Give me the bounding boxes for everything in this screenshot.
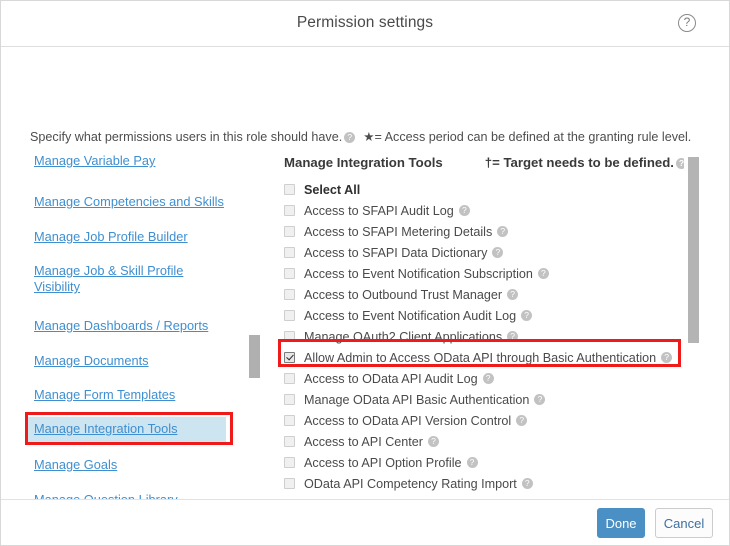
intro-text: Specify what permissions users in this r…: [30, 129, 691, 144]
info-icon[interactable]: ?: [522, 478, 533, 489]
checkbox-icon[interactable]: [284, 478, 295, 489]
checkbox-icon[interactable]: [284, 247, 295, 258]
sidebar-item-manage-variable-pay[interactable]: Manage Variable Pay: [34, 153, 155, 169]
permission-row[interactable]: Access to Event Notification Audit Log?: [284, 305, 684, 326]
permission-row[interactable]: Access to SFAPI Metering Details?: [284, 221, 684, 242]
checkbox-icon[interactable]: [284, 415, 295, 426]
dialog-footer: Done Cancel: [1, 499, 729, 545]
permission-row[interactable]: Access to SFAPI Audit Log?: [284, 200, 684, 221]
permission-label: Access to OData API Audit Log: [304, 372, 478, 386]
permission-row[interactable]: OData API Competency Rating Import?: [284, 473, 684, 494]
permission-label: Select All: [304, 183, 360, 197]
info-icon[interactable]: ?: [492, 247, 503, 258]
dialog-body: Specify what permissions users in this r…: [1, 47, 729, 545]
cancel-button[interactable]: Cancel: [655, 508, 713, 538]
permission-label: Access to OData API Version Control: [304, 414, 511, 428]
permission-row[interactable]: Access to Event Notification Subscriptio…: [284, 263, 684, 284]
checkbox-icon[interactable]: [284, 331, 295, 342]
permission-settings-dialog: Permission settings ? Specify what permi…: [0, 0, 730, 546]
sidebar-item-manage-integration-tools[interactable]: Manage Integration Tools: [28, 417, 226, 442]
checkbox-icon[interactable]: [284, 184, 295, 195]
sidebar-item-manage-form-templates[interactable]: Manage Form Templates: [34, 387, 175, 403]
permission-label: Access to API Center: [304, 435, 423, 449]
permission-row[interactable]: Access to SFAPI Data Dictionary?: [284, 242, 684, 263]
info-icon[interactable]: ?: [467, 457, 478, 468]
permission-label: OData API Competency Rating Import: [304, 477, 517, 491]
checkbox-icon[interactable]: [284, 394, 295, 405]
page-title: Permission settings: [1, 14, 729, 32]
info-icon[interactable]: ?: [483, 373, 494, 384]
info-icon[interactable]: ?: [459, 205, 470, 216]
permission-label: Access to Outbound Trust Manager: [304, 288, 502, 302]
checkbox-icon[interactable]: [284, 436, 295, 447]
permission-label: Access to SFAPI Data Dictionary: [304, 246, 487, 260]
target-info-icon[interactable]: ?: [676, 158, 684, 169]
permission-row[interactable]: Access to API Center?: [284, 431, 684, 452]
checkbox-icon[interactable]: [284, 352, 295, 363]
sidebar-item-manage-goals[interactable]: Manage Goals: [34, 457, 117, 473]
checkbox-icon[interactable]: [284, 457, 295, 468]
permission-row[interactable]: Access to Outbound Trust Manager?: [284, 284, 684, 305]
permission-category-sidebar[interactable]: Manage Variable Pay Manage Competencies a…: [1, 151, 259, 523]
info-icon[interactable]: ?: [507, 331, 518, 342]
permission-checkbox-list: Select AllAccess to SFAPI Audit Log?Acce…: [284, 179, 684, 529]
permission-label: Access to Event Notification Subscriptio…: [304, 267, 533, 281]
info-icon[interactable]: ?: [428, 436, 439, 447]
info-icon[interactable]: ?: [661, 352, 672, 363]
permission-group-title: Manage Integration Tools: [284, 155, 443, 170]
star-legend: ★= Access period can be defined at the g…: [363, 130, 691, 144]
help-circle-icon[interactable]: ?: [678, 14, 696, 32]
permission-label: Manage OData API Basic Authentication: [304, 393, 529, 407]
permission-label: Allow Admin to Access OData API through …: [304, 351, 656, 365]
checkbox-icon[interactable]: [284, 205, 295, 216]
sidebar-item-manage-competencies-and-skills[interactable]: Manage Competencies and Skills: [34, 194, 224, 210]
sidebar-scrollbar-thumb[interactable]: [249, 335, 260, 378]
info-icon[interactable]: ?: [538, 268, 549, 279]
checkbox-icon[interactable]: [284, 373, 295, 384]
permission-row[interactable]: Allow Admin to Access OData API through …: [284, 347, 684, 368]
permission-label: Manage OAuth2 Client Applications: [304, 330, 502, 344]
permission-row[interactable]: Select All: [284, 179, 684, 200]
permission-list-panel: Manage Integration Tools †= Target needs …: [284, 151, 684, 529]
permission-row[interactable]: Access to OData API Audit Log?: [284, 368, 684, 389]
done-button[interactable]: Done: [597, 508, 645, 538]
permission-label: Access to Event Notification Audit Log: [304, 309, 516, 323]
permission-label: Access to SFAPI Metering Details: [304, 225, 492, 239]
sidebar-item-manage-job-profile-builder[interactable]: Manage Job Profile Builder: [34, 229, 188, 245]
permission-label: Access to API Option Profile: [304, 456, 462, 470]
info-icon[interactable]: ?: [534, 394, 545, 405]
info-icon[interactable]: ?: [344, 132, 355, 143]
permission-row[interactable]: Access to OData API Version Control?: [284, 410, 684, 431]
permission-row[interactable]: Manage OData API Basic Authentication?: [284, 389, 684, 410]
checkbox-icon[interactable]: [284, 289, 295, 300]
info-icon[interactable]: ?: [516, 415, 527, 426]
checkbox-icon[interactable]: [284, 310, 295, 321]
info-icon[interactable]: ?: [521, 310, 532, 321]
permission-row[interactable]: Manage OAuth2 Client Applications?: [284, 326, 684, 347]
intro-sentence: Specify what permissions users in this r…: [30, 130, 342, 144]
dialog-header: Permission settings ?: [1, 1, 729, 47]
sidebar-item-manage-dashboards-reports[interactable]: Manage Dashboards / Reports: [34, 318, 208, 334]
permission-row[interactable]: Access to API Option Profile?: [284, 452, 684, 473]
info-icon[interactable]: ?: [507, 289, 518, 300]
permission-group-header: Manage Integration Tools †= Target needs …: [284, 155, 684, 170]
permission-list-scrollbar-thumb[interactable]: [688, 157, 699, 343]
permission-label: Access to SFAPI Audit Log: [304, 204, 454, 218]
info-icon[interactable]: ?: [497, 226, 508, 237]
checkbox-icon[interactable]: [284, 226, 295, 237]
sidebar-item-manage-job-skill-profile-visibility[interactable]: Manage Job & Skill Profile Visibility: [34, 263, 224, 295]
sidebar-item-manage-documents[interactable]: Manage Documents: [34, 353, 149, 369]
checkbox-icon[interactable]: [284, 268, 295, 279]
target-legend: †= Target needs to be defined.: [485, 155, 674, 170]
